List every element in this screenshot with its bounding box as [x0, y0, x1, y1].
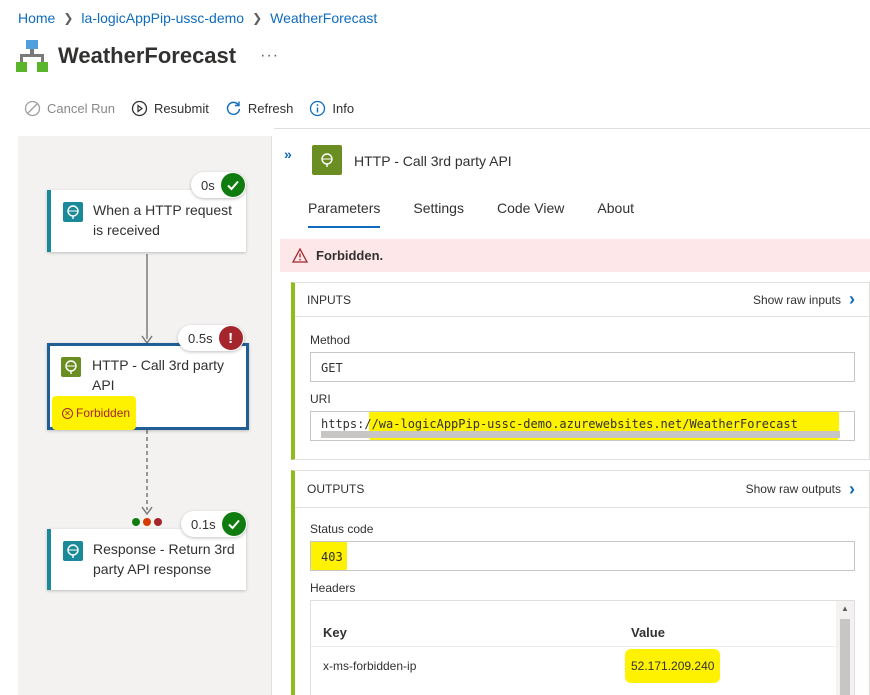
error-banner: Forbidden. — [280, 239, 870, 272]
request-trigger-icon — [63, 202, 83, 222]
tab-settings[interactable]: Settings — [413, 200, 464, 228]
refresh-button[interactable]: Refresh — [225, 100, 294, 117]
step-error-text: Forbidden — [76, 406, 131, 420]
status-code-field: 403 — [310, 541, 855, 571]
step-label: API — [92, 377, 115, 393]
step-duration: 0s — [201, 177, 215, 193]
method-field: GET — [310, 352, 855, 382]
show-raw-outputs-link[interactable]: Show raw outputs › — [746, 479, 855, 500]
toolbar: Cancel Run Resubmit Refresh Info — [24, 100, 370, 117]
tab-parameters[interactable]: Parameters — [308, 200, 381, 228]
workflow-icon — [16, 40, 48, 72]
breadcrumb-workflow[interactable]: WeatherForecast — [270, 10, 377, 26]
chevron-right-icon: › — [849, 289, 855, 309]
response-action-icon — [63, 541, 83, 561]
step-status-badge: 0.1s — [181, 511, 247, 537]
headers-label: Headers — [310, 581, 356, 595]
uri-field[interactable]: https://wa-logicAppPip-ussc-demo.azurewe… — [310, 411, 855, 441]
tab-about[interactable]: About — [597, 200, 634, 228]
skipped-dot-icon — [143, 518, 151, 526]
http-action-icon — [312, 145, 342, 175]
resubmit-button[interactable]: Resubmit — [131, 100, 209, 117]
status-code-label: Status code — [310, 522, 374, 536]
step-duration: 0.1s — [191, 516, 216, 532]
column-key: Key — [323, 625, 347, 640]
uri-label: URI — [310, 392, 331, 406]
header-key: x-ms-forbidden-ip — [323, 659, 417, 673]
outputs-heading: OUTPUTS — [307, 482, 365, 496]
scroll-up-icon: ▲ — [841, 604, 849, 613]
chevron-right-icon: ❯ — [63, 11, 74, 25]
toolbar-divider — [274, 128, 870, 129]
expand-pane-icon[interactable]: » — [284, 146, 292, 162]
run-after-indicator — [132, 518, 162, 526]
step-card-http-trigger[interactable]: When a HTTP request is received — [47, 190, 246, 252]
error-circle-icon: ✕ — [62, 407, 73, 419]
http-action-icon — [61, 357, 81, 377]
step-status-badge: 0.5s ! — [178, 325, 244, 351]
pane-tabs: Parameters Settings Code View About — [308, 200, 667, 228]
step-card-http-call[interactable]: HTTP - Call 3rd party API ✕ Forbidden — [47, 343, 249, 430]
show-raw-inputs-link[interactable]: Show raw inputs › — [753, 289, 855, 310]
method-label: Method — [310, 333, 351, 347]
forbidden-ip-value: 52.171.209.240 — [625, 649, 721, 683]
inputs-heading: INPUTS — [307, 292, 352, 307]
step-label: party API response — [93, 561, 212, 577]
cancel-icon — [24, 100, 41, 117]
horizontal-scrollbar[interactable] — [321, 431, 840, 438]
error-highlight: ✕ Forbidden — [52, 396, 136, 430]
step-status-badge: 0s — [191, 172, 246, 198]
step-duration: 0.5s — [188, 330, 213, 346]
breadcrumb-logic-app[interactable]: la-logicAppPip-ussc-demo — [81, 10, 244, 26]
success-check-icon — [221, 512, 246, 536]
failed-dot-icon — [154, 518, 162, 526]
status-code-value: 403 — [321, 550, 343, 564]
warning-icon — [292, 248, 308, 263]
details-pane: » HTTP - Call 3rd party API Parameters S… — [280, 136, 870, 695]
error-alert-icon: ! — [218, 326, 243, 350]
table-header-row: Key Value — [311, 601, 836, 647]
resubmit-label: Resubmit — [153, 101, 209, 116]
refresh-icon — [226, 101, 241, 115]
error-message: Forbidden. — [316, 248, 384, 263]
title-row: WeatherForecast ··· — [16, 38, 279, 74]
inputs-section: INPUTS Show raw inputs › Method GET URI … — [291, 282, 870, 460]
breadcrumb: Home ❯ la-logicAppPip-ussc-demo ❯ Weathe… — [18, 10, 377, 26]
info-button[interactable]: Info — [309, 100, 354, 117]
designer-canvas[interactable]: When a HTTP request is received 0s HTTP … — [18, 136, 272, 695]
vertical-scrollbar[interactable]: ▲ — [836, 601, 854, 695]
step-label: is received — [93, 222, 160, 238]
table-row: x-ms-forbidden-ip 52.171.209.240 — [311, 647, 836, 685]
step-label: When a HTTP request — [93, 202, 233, 218]
show-raw-inputs-label: Show raw inputs — [752, 292, 841, 307]
outputs-section: OUTPUTS Show raw outputs › Status code 4… — [291, 470, 870, 695]
headers-table: Key Value x-ms-forbidden-ip 52.171.209.2… — [310, 600, 855, 695]
breadcrumb-home[interactable]: Home — [18, 10, 55, 26]
refresh-label: Refresh — [247, 101, 294, 116]
info-label: Info — [332, 101, 355, 116]
success-check-icon — [220, 173, 245, 197]
scrollbar-thumb[interactable] — [840, 619, 850, 695]
resubmit-icon — [131, 100, 148, 117]
step-label: HTTP - Call 3rd party — [92, 357, 224, 373]
cancel-run-label: Cancel Run — [47, 101, 115, 116]
step-card-response[interactable]: Response - Return 3rd party API response — [47, 529, 246, 590]
uri-value: https://wa-logicAppPip-ussc-demo.azurewe… — [321, 417, 798, 431]
more-options-button[interactable]: ··· — [260, 47, 279, 65]
header-value: 52.171.209.240 — [631, 659, 715, 673]
tab-code-view[interactable]: Code View — [497, 200, 564, 228]
step-label: Response - Return 3rd — [93, 541, 235, 557]
pane-title: HTTP - Call 3rd party API — [354, 153, 512, 169]
page-title: WeatherForecast — [58, 43, 237, 68]
success-dot-icon — [132, 518, 140, 526]
cancel-run-button[interactable]: Cancel Run — [24, 100, 115, 117]
info-icon — [310, 100, 326, 117]
chevron-right-icon: ❯ — [252, 11, 263, 25]
column-value: Value — [631, 625, 665, 640]
chevron-right-icon: › — [849, 478, 855, 499]
show-raw-outputs-label: Show raw outputs — [745, 482, 841, 496]
